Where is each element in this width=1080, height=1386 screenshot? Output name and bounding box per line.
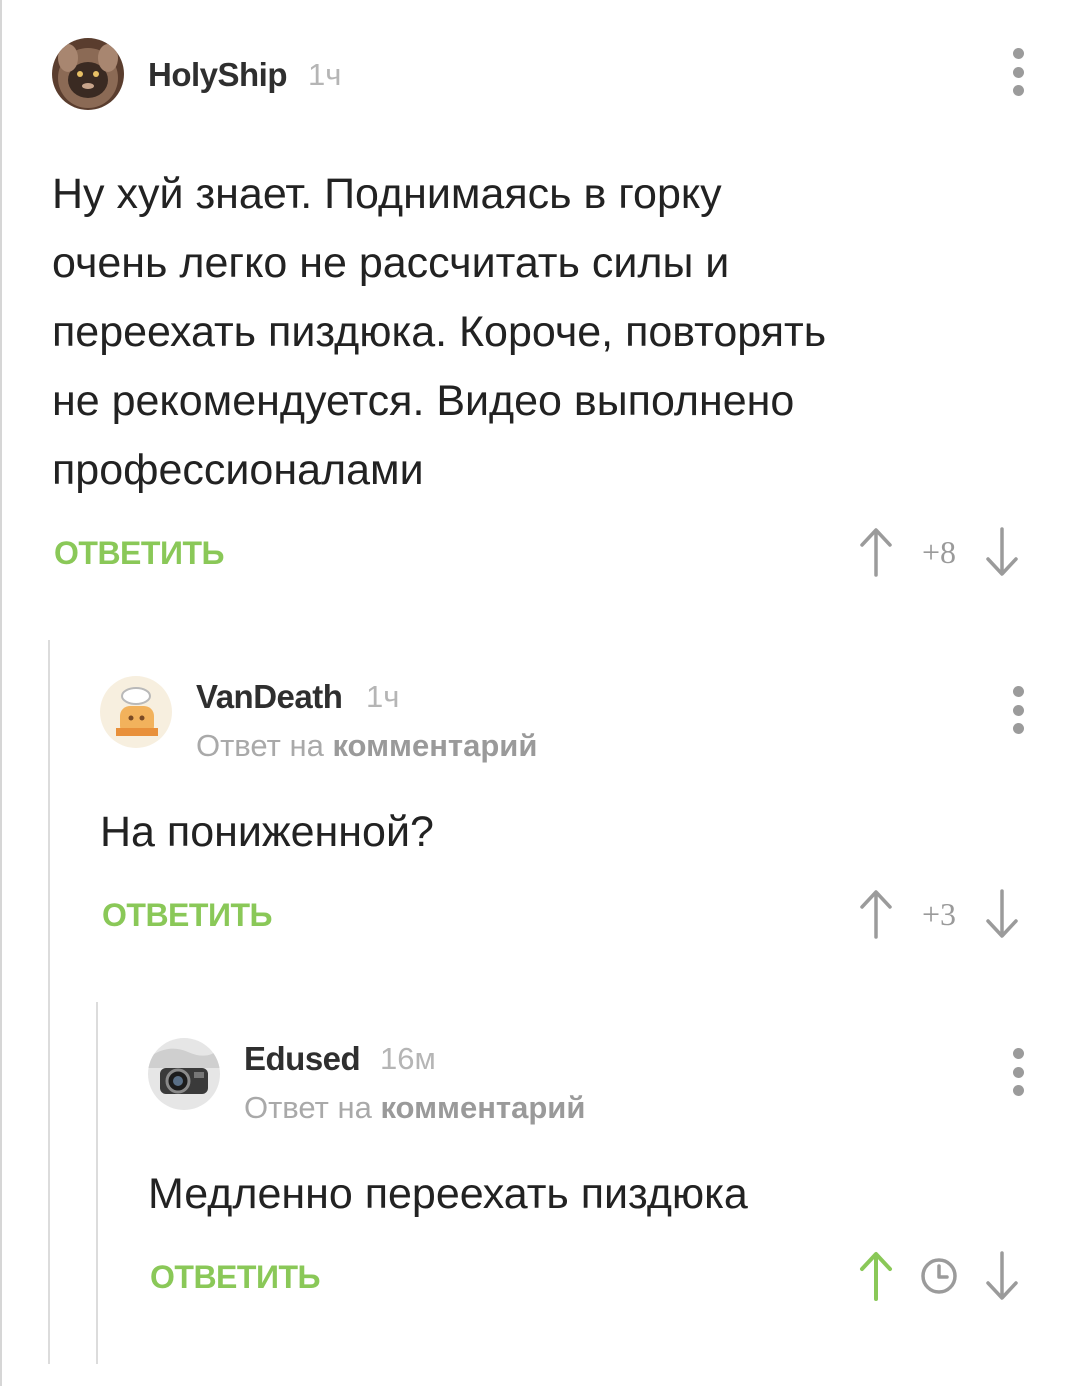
avatar[interactable]: [148, 1038, 220, 1110]
reply-to-note: Ответ на комментарий: [244, 1090, 585, 1126]
kebab-menu-icon[interactable]: [996, 1042, 1040, 1102]
comment-text: Медленно переехать пиздюка: [148, 1170, 748, 1218]
clock-icon: [896, 1256, 982, 1296]
upvote-arrow-icon[interactable]: [856, 1249, 896, 1303]
reply-button[interactable]: ОТВЕТИТЬ: [150, 1259, 320, 1296]
downvote-arrow-icon[interactable]: [982, 1249, 1022, 1303]
comment-thread: HolyShip 1ч Ну хуй знает. Поднимаясь в г…: [0, 0, 1080, 1386]
username[interactable]: Edused: [244, 1040, 361, 1078]
comment: Edused 16м Ответ на комментарий Медленно…: [0, 0, 1080, 1386]
reply-prefix: Ответ на: [244, 1090, 372, 1125]
reply-target-link[interactable]: комментарий: [380, 1090, 585, 1125]
timestamp: 16м: [380, 1041, 436, 1076]
vote-controls: [856, 1246, 1022, 1306]
